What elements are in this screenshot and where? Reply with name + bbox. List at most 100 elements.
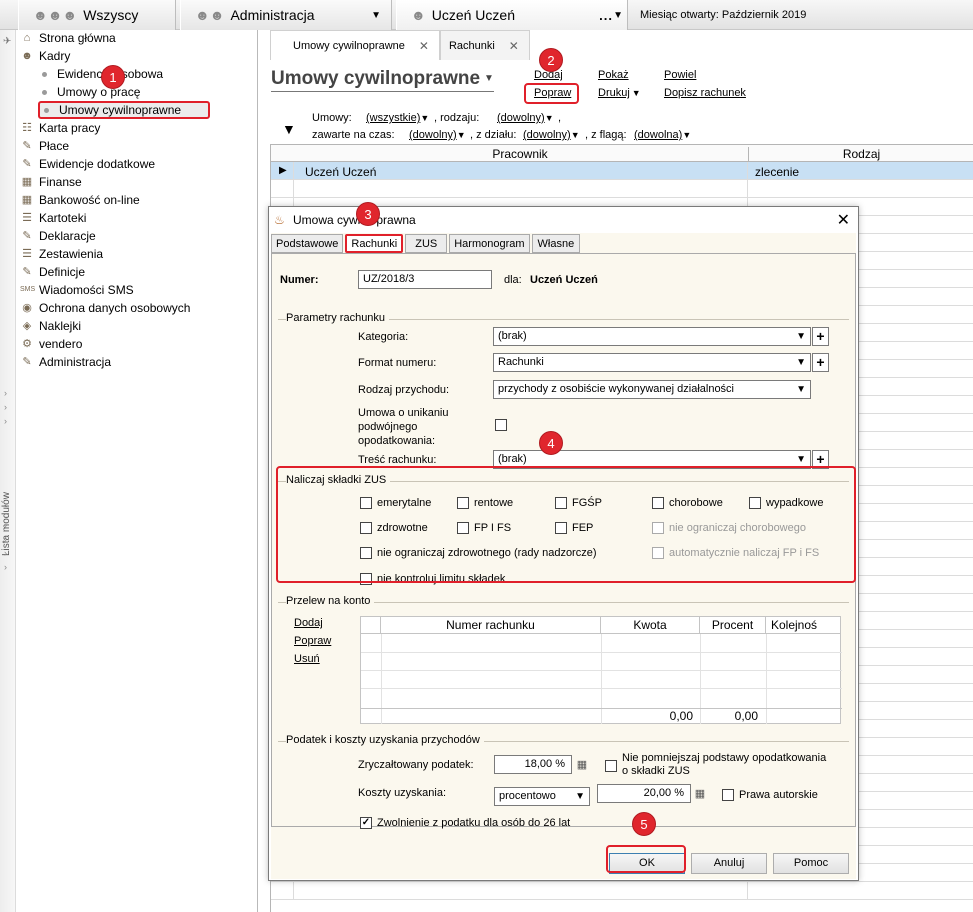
tab-podstawowe[interactable]: Podstawowe (271, 234, 344, 253)
kategoria-select[interactable]: (brak) ▼ (493, 327, 811, 346)
tab-uczen[interactable]: ☻ Uczeń Uczeń ... ▼ (396, 0, 628, 30)
more-icon[interactable]: ... (599, 8, 613, 23)
chevron-right-icon[interactable]: › (4, 562, 7, 572)
tab-wszyscy[interactable]: ☻☻☻ Wszyscy (18, 0, 176, 30)
dopisz-rachunek-link[interactable]: Dopisz rachunek (664, 87, 746, 99)
card-icon: ☷ (22, 122, 32, 134)
top-bar: ☻☻☻ Wszyscy ☻☻ Administracja ▼ ☻ Uczeń U… (0, 0, 973, 30)
col-numer-rachunku[interactable]: Numer rachunku (381, 617, 601, 634)
col-procent[interactable]: Procent (700, 617, 766, 634)
chevron-right-icon[interactable]: › (4, 534, 7, 544)
close-icon[interactable]: ✕ (837, 210, 850, 230)
sidebar-item-sms[interactable]: SMS Wiadomości SMS (20, 281, 256, 299)
tab-zus[interactable]: ZUS (405, 234, 448, 253)
sidebar-item-ochrona-danych[interactable]: ◉ Ochrona danych osobowych (20, 299, 256, 317)
przelew-dodaj-link[interactable]: Dodaj (294, 617, 323, 629)
tab-harmonogram[interactable]: Harmonogram (449, 234, 530, 253)
sidebar-item-umowy-o-prace[interactable]: Umowy o pracę (20, 83, 256, 101)
filter-zawarte[interactable]: (dowolny)▼ (409, 127, 466, 144)
sidebar-item-place[interactable]: ✎ Płace (20, 137, 256, 155)
umowa-unikanie-checkbox[interactable] (495, 419, 512, 431)
col-pracownik[interactable]: Pracownik (293, 147, 747, 161)
sidebar-item-ewidencja-osobowa[interactable]: Ewidencja osobowa (20, 65, 256, 83)
sidebar-item-kadry[interactable]: ☻ Kadry (20, 47, 256, 65)
przelew-popraw-link[interactable]: Popraw (294, 635, 331, 647)
sidebar-item-naklejki[interactable]: ◈ Naklejki (20, 317, 256, 335)
page-title-text: Umowy cywilnoprawne (271, 68, 481, 89)
numer-label: Numer: (280, 274, 319, 286)
chevron-down-icon[interactable]: ▼ (371, 10, 381, 21)
calculator-icon[interactable]: ▦ (574, 757, 590, 773)
sidebar-item-karta-pracy[interactable]: ☷ Karta pracy (20, 119, 256, 137)
sidebar-collapse-strip[interactable]: Lista modułów › › › › › › › (0, 30, 16, 912)
close-icon[interactable]: ✕ (419, 39, 429, 53)
col-kwota[interactable]: Kwota (601, 617, 700, 634)
group-legend: Podatek i koszty uzyskania przychodów (286, 734, 484, 746)
sidebar-item-label: Wiadomości SMS (39, 283, 134, 297)
app-window: ☻☻☻ Wszyscy ☻☻ Administracja ▼ ☻ Uczeń U… (0, 0, 973, 912)
filter-dzial[interactable]: (dowolny)▼ (523, 127, 580, 144)
przelew-usun-link[interactable]: Usuń (294, 653, 320, 665)
col-rodzaj[interactable]: Rodzaj (748, 147, 973, 163)
prawa-autorskie-checkbox[interactable]: Prawa autorskie (722, 789, 818, 801)
chevron-right-icon[interactable]: › (4, 416, 7, 426)
pin-icon[interactable]: ✈ (3, 36, 11, 47)
add-format-button[interactable]: + (812, 353, 829, 372)
koszty-type-select[interactable]: procentowo ▼ (494, 787, 590, 806)
anuluj-button[interactable]: Anuluj (691, 853, 767, 874)
sidebar-item-label: Ochrona danych osobowych (39, 301, 191, 315)
sidebar-item-deklaracje[interactable]: ✎ Deklaracje (20, 227, 256, 245)
zwolnienie-26-checkbox[interactable]: ✓ Zwolnienie z podatku dla osób do 26 lat (360, 817, 570, 829)
tresc-value: (brak) (498, 453, 527, 465)
tab-rachunki-dialog[interactable]: Rachunki (345, 234, 404, 253)
powiel-link[interactable]: Powiel (664, 69, 696, 81)
chevron-right-icon[interactable]: › (4, 402, 7, 412)
chevron-down-icon[interactable]: ▼ (613, 10, 623, 21)
sidebar-item-ewidencje-dodatkowe[interactable]: ✎ Ewidencje dodatkowe (20, 155, 256, 173)
chevron-right-icon[interactable]: › (4, 520, 7, 530)
rodzaj-select[interactable]: przychody z osobiście wykonywanej działa… (493, 380, 811, 399)
sidebar-item-administracja[interactable]: ✎ Administracja (20, 353, 256, 371)
tab-wlasne[interactable]: Własne (531, 234, 581, 253)
table-row[interactable]: ▶ Uczeń Uczeń zlecenie (271, 162, 973, 180)
dialog-title: Umowa cywilnoprawna (293, 213, 416, 227)
format-select[interactable]: Rachunki ▼ (493, 353, 811, 372)
sidebar-item-vendero[interactable]: ⚙ vendero (20, 335, 256, 353)
page-title[interactable]: Umowy cywilnoprawne ▼ (271, 68, 494, 92)
bank-icon: ▦ (21, 194, 33, 206)
filter-toggle-icon[interactable]: ▼ (282, 121, 296, 137)
tab-rachunki[interactable]: Rachunki ✕ (439, 30, 530, 60)
filter-umowy[interactable]: (wszystkie)▼ (366, 110, 429, 127)
chevron-right-icon[interactable]: › (4, 548, 7, 558)
sidebar-item-strona-glowna[interactable]: ⌂ Strona główna (20, 29, 256, 47)
sidebar-item-kartoteki[interactable]: ☰ Kartoteki (20, 209, 256, 227)
chevron-right-icon[interactable]: › (4, 388, 7, 398)
step-badge-5: 5 (632, 812, 656, 836)
dialog-tabs: Podstawowe Rachunki ZUS Harmonogram Włas… (271, 234, 582, 253)
nie-pomniejszaj-checkbox[interactable] (605, 760, 622, 772)
finance-icon: ▦ (21, 176, 33, 188)
sidebar-item-umowy-cywilnoprawne[interactable]: Umowy cywilnoprawne (38, 101, 210, 119)
chevron-down-icon: ▼ (682, 130, 692, 140)
people-icon: ☻ (21, 50, 33, 62)
zryczaltowany-input[interactable]: 18,00 % (494, 755, 572, 774)
sidebar-item-bankowosc[interactable]: ▦ Bankowość on-line (20, 191, 256, 209)
add-kategoria-button[interactable]: + (812, 327, 829, 346)
sticker-icon: ◈ (22, 320, 32, 332)
pokaz-link[interactable]: Pokaż (598, 69, 629, 81)
sidebar-item-definicje[interactable]: ✎ Definicje (20, 263, 256, 281)
filter-flaga[interactable]: (dowolna)▼ (634, 127, 691, 144)
calculator-icon[interactable]: ▦ (692, 786, 708, 802)
pomoc-button[interactable]: Pomoc (773, 853, 849, 874)
filter-rodzaj[interactable]: (dowolny)▼ (497, 110, 554, 127)
tab-umowy-cywilnoprawne[interactable]: Umowy cywilnoprawne ✕ (270, 30, 440, 60)
koszty-input[interactable]: 20,00 % (597, 784, 691, 803)
close-icon[interactable]: ✕ (509, 39, 519, 53)
sidebar-item-finanse[interactable]: ▦ Finanse (20, 173, 256, 191)
tab-administracja[interactable]: ☻☻ Administracja ▼ (180, 0, 392, 30)
grid-separator (747, 180, 748, 198)
col-kolejnosc[interactable]: Kolejnoś (766, 617, 841, 634)
numer-input[interactable]: UZ/2018/3 (358, 270, 492, 289)
drukuj-link[interactable]: Drukuj ▼ (598, 87, 641, 99)
sidebar-item-zestawienia[interactable]: ☰ Zestawienia (20, 245, 256, 263)
